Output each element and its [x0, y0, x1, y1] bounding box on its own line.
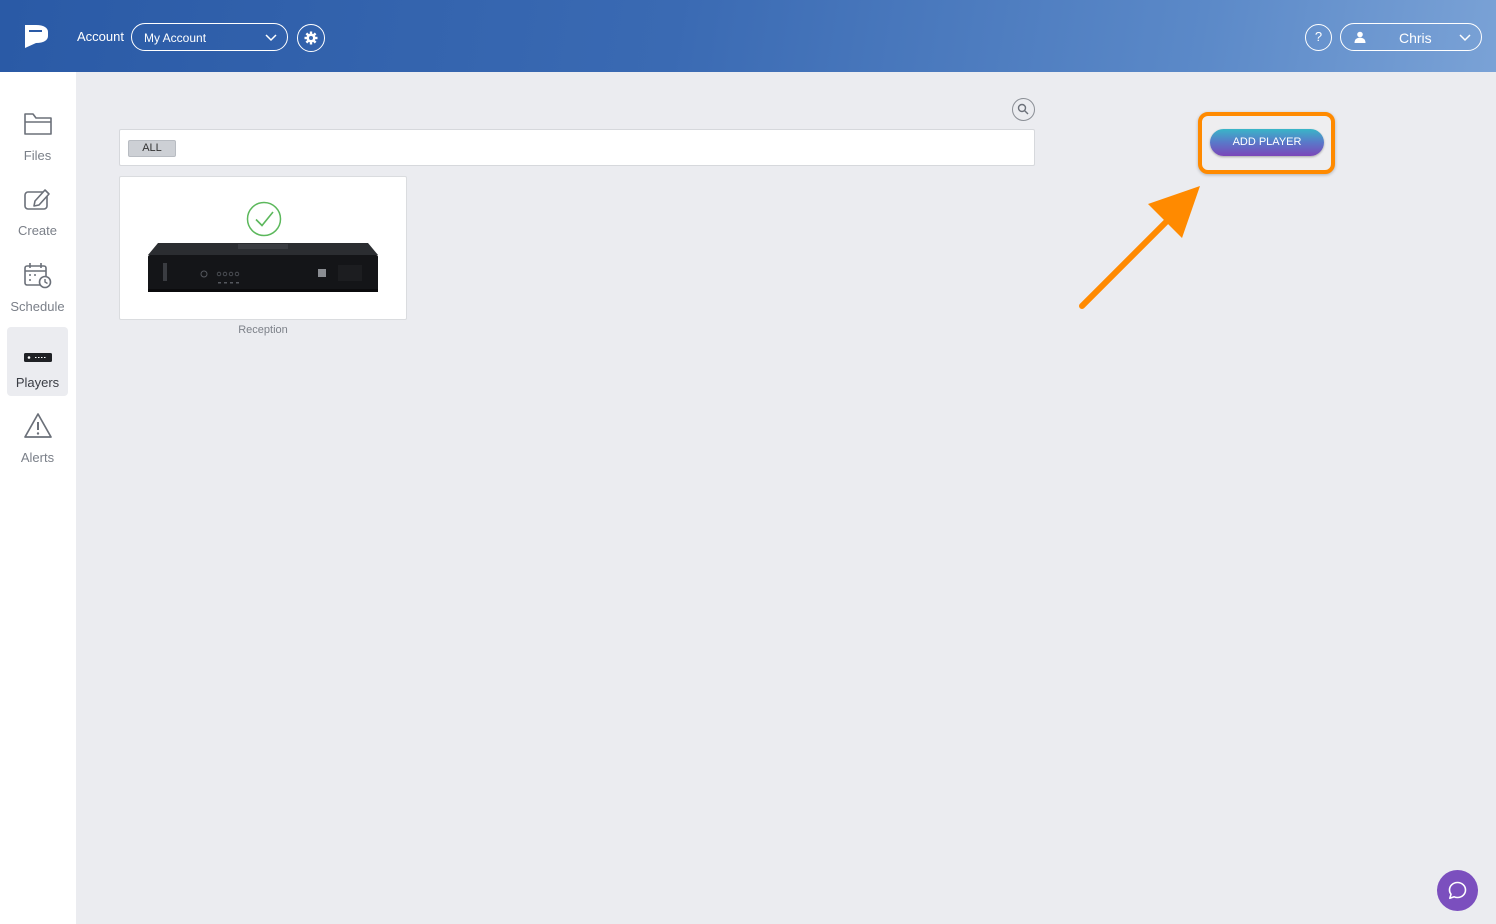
- sidebar-item-label: Alerts: [20, 450, 55, 465]
- sidebar-item-schedule[interactable]: Schedule: [7, 251, 68, 320]
- annotation-arrow-icon: [1079, 186, 1200, 309]
- search-button[interactable]: [1012, 98, 1035, 121]
- gear-icon: [304, 31, 318, 45]
- player-name-label: Reception: [238, 324, 288, 336]
- chevron-down-icon: [265, 34, 277, 42]
- filter-chip-all[interactable]: ALL: [128, 140, 176, 157]
- user-menu-button[interactable]: Chris: [1340, 23, 1482, 51]
- calendar-clock-icon: [24, 263, 52, 289]
- edit-icon: [24, 189, 50, 210]
- chat-button[interactable]: [1437, 870, 1478, 911]
- chat-bubble-icon: [1448, 881, 1467, 900]
- warning-icon: [24, 413, 52, 438]
- status-check-icon: [246, 201, 282, 237]
- account-select[interactable]: My Account: [131, 23, 288, 51]
- sidebar-item-players[interactable]: Players: [7, 327, 68, 396]
- tag-filter-bar[interactable]: ALL: [119, 129, 1035, 166]
- user-name: Chris: [1399, 30, 1432, 46]
- settings-button[interactable]: [297, 24, 325, 52]
- sidebar-item-files[interactable]: Files: [7, 100, 68, 169]
- sidebar-item-label: Players: [15, 375, 60, 390]
- sidebar: Files Create Schedule Players Alerts: [0, 72, 76, 924]
- top-header: Account My Account ? Chris: [0, 0, 1496, 72]
- chevron-down-icon: [1459, 34, 1471, 42]
- sidebar-item-label: Schedule: [10, 299, 65, 314]
- search-icon: [1017, 103, 1029, 115]
- sidebar-item-label: Create: [17, 223, 58, 238]
- sidebar-item-label: Files: [23, 148, 52, 163]
- app-logo-icon[interactable]: [22, 22, 50, 50]
- media-player-device-icon: [148, 243, 378, 292]
- player-device-icon: [24, 353, 52, 362]
- folder-icon: [24, 113, 52, 135]
- sidebar-item-alerts[interactable]: Alerts: [7, 402, 68, 471]
- account-select-value: My Account: [144, 31, 207, 45]
- add-player-button[interactable]: ADD PLAYER: [1210, 129, 1324, 156]
- help-button[interactable]: ?: [1305, 24, 1332, 51]
- player-card[interactable]: [119, 176, 407, 320]
- account-label: Account: [77, 29, 124, 44]
- person-icon: [1354, 31, 1366, 43]
- sidebar-item-create[interactable]: Create: [7, 175, 68, 244]
